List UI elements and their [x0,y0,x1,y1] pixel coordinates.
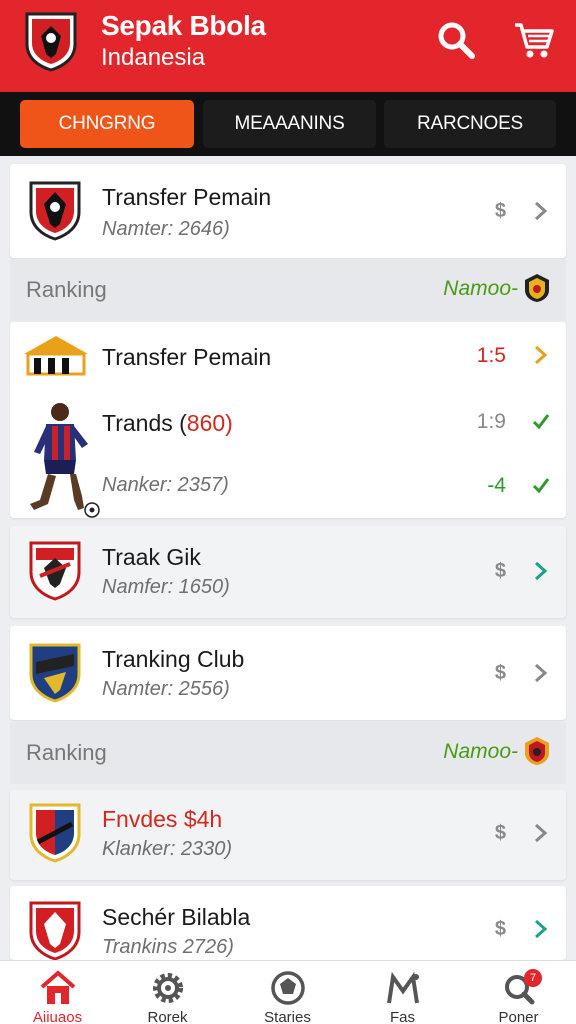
check-icon [532,414,550,430]
nav-item-poner[interactable]: 7 Poner [461,961,576,1024]
tactics-icon [387,971,419,1004]
bottom-nav: Aiiuaos Rorek Staries Fas 7 Poner [0,960,576,1024]
item-subtitle: Nanker: 2357) [102,474,229,496]
price-icon: $ [494,918,506,940]
ranking-label: Ranking [26,277,107,302]
list-item[interactable]: Tranking Club Namter: 2556) $ [10,626,566,720]
nav-item-fas[interactable]: Fas [345,961,460,1024]
item-title: Traak Gik [102,544,201,570]
item-title-text: Trands ( [102,410,187,436]
club-badge-icon [525,737,549,765]
cart-icon [515,23,554,58]
player-image [30,403,100,518]
featured-card[interactable]: Transfer Pemain 1:5 Trands (860) 1:9 Nan… [10,322,566,518]
item-subtitle: Klanker: 2330) [102,838,233,860]
chevron-right-icon[interactable] [532,662,550,684]
app-header: Sepak Bbola Indanesia [0,0,576,92]
content-list: Transfer Pemain Namter: 2646) $ Ranking … [10,160,566,961]
club-crest-icon [29,643,81,703]
ranking-row[interactable]: Ranking Namoo- [10,722,566,784]
item-title: Transfer Pemain [102,344,272,370]
soccer-ball-icon [271,971,305,1005]
price-icon: $ [494,662,506,684]
item-title: Tranking Club [102,646,245,672]
club-crest-icon [25,12,77,72]
app-title: Sepak Bbola [101,10,266,41]
nav-label: Poner [498,1009,539,1024]
item-subtitle: Namter: 2556) [102,678,230,700]
tab-rarcnoes[interactable]: RARCNOES [384,100,556,148]
list-item[interactable]: Fnvdes $4h Klanker: 2330) $ [10,790,566,880]
item-title: Fnvdes $4h [102,806,223,832]
gear-icon [153,973,183,1003]
list-item[interactable]: Sechér Bilabla Trankins 2726) $ [10,886,566,961]
item-subtitle: Namfer: 1650) [102,576,230,598]
cart-button[interactable] [512,18,556,62]
price-icon: $ [494,560,506,582]
item-subtitle: Namter: 2646) [102,218,230,240]
score-value: 1:9 [476,410,506,433]
item-subtitle: Trankins 2726) [102,936,234,958]
tab-chngrng[interactable]: CHNGRNG [20,100,194,148]
price-icon: $ [494,200,506,222]
search-button[interactable] [434,18,478,62]
score-change: -4 [487,474,506,497]
app-subtitle: Indanesia [101,44,206,71]
ranking-name: Namoo- [443,740,518,763]
club-crest-icon [29,541,81,601]
item-title: Trands (860) [102,410,233,437]
nav-label: Fas [389,1009,415,1024]
item-title: Transfer Pemain [102,184,272,210]
home-icon [40,970,76,1004]
tab-bar: CHNGRNG MEAAANINS RARCNOES [0,92,576,156]
nav-item-home[interactable]: Aiiuaos [0,961,115,1024]
ranking-label: Ranking [26,740,107,765]
club-crest-icon [29,181,81,241]
chevron-right-icon[interactable] [532,200,550,222]
chevron-right-icon[interactable] [532,560,550,582]
chevron-right-icon[interactable] [532,918,550,940]
ranking-row[interactable]: Ranking Namoo- [10,259,566,321]
club-badge-icon [525,274,549,302]
nav-label: Rorek [147,1009,188,1024]
list-item[interactable]: Transfer Pemain Namter: 2646) $ [10,164,566,258]
chevron-right-icon[interactable] [532,822,550,844]
score-value: 1:5 [476,344,506,367]
nav-item-rorek[interactable]: Rorek [110,961,225,1024]
nav-label: Staries [264,1009,311,1024]
list-item[interactable]: Traak Gik Namfer: 1650) $ [10,526,566,618]
tab-meaaanins[interactable]: MEAAANINS [203,100,376,148]
ranking-name: Namoo- [443,277,518,300]
check-icon [532,478,550,494]
nav-label: Aiiuaos [32,1009,83,1024]
nav-item-staries[interactable]: Staries [230,961,345,1024]
search-icon [438,22,475,59]
stadium-icon [24,336,88,376]
chevron-right-icon[interactable] [532,344,550,366]
club-crest-icon [29,803,81,863]
item-title: Sechér Bilabla [102,904,251,930]
item-title-accent: 860) [186,410,233,436]
notification-badge: 7 [524,969,542,987]
price-icon: $ [494,822,506,844]
club-crest-icon [29,901,81,961]
